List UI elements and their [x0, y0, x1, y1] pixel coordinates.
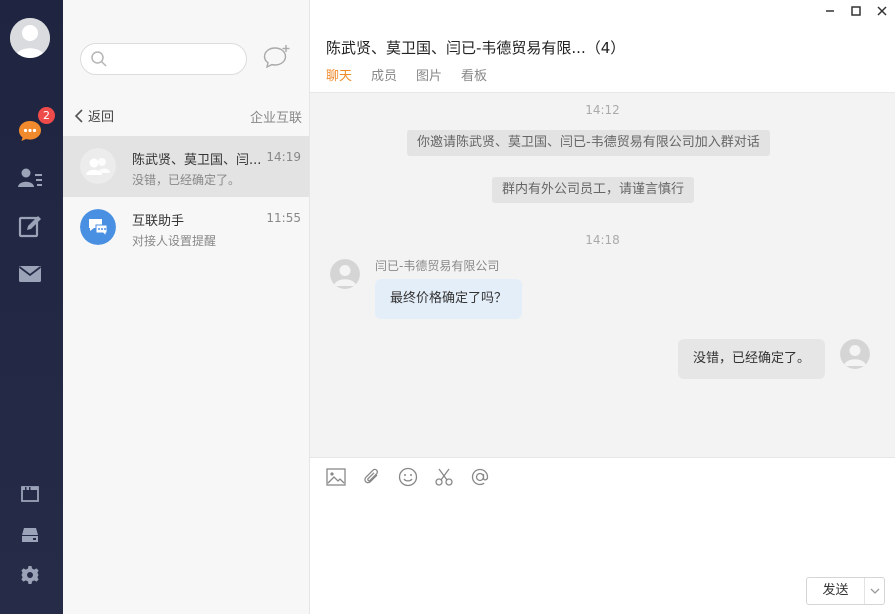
tab-board[interactable]: 看板 — [461, 65, 487, 94]
my-avatar[interactable] — [840, 339, 870, 369]
conversation-preview: 对接人设置提醒 — [132, 234, 217, 248]
send-options-button[interactable] — [865, 578, 884, 604]
search-input[interactable] — [111, 48, 236, 70]
chevron-left-icon — [74, 108, 83, 123]
conversation-time: 14:19 — [266, 150, 301, 164]
inbox-icon[interactable] — [17, 522, 43, 548]
send-button-group: 发送 — [806, 577, 885, 605]
composer-toolbar — [326, 467, 490, 487]
sender-avatar[interactable] — [330, 259, 360, 289]
edit-icon[interactable] — [17, 213, 43, 239]
composer[interactable]: 发送 — [310, 457, 895, 614]
left-rail: 2 — [0, 0, 63, 614]
search-box[interactable] — [80, 43, 247, 75]
conversation-item[interactable]: 陈武贤、莫卫国、闫... 14:19 没错，已经确定了。 — [63, 136, 309, 197]
mail-icon[interactable] — [17, 261, 43, 287]
new-chat-button[interactable] — [262, 42, 292, 72]
chat-tabs: 聊天 成员 图片 看板 — [326, 65, 506, 94]
incoming-message: 最终价格确定了吗？ — [375, 279, 523, 319]
assistant-avatar-icon — [80, 209, 116, 245]
send-button[interactable]: 发送 — [807, 578, 865, 604]
timestamp: 14:12 — [585, 103, 620, 117]
image-icon[interactable] — [326, 467, 346, 487]
app-window: 2 返回 企业互联 陈武贤、莫卫国、闫... 14:19 没错，已经确定了。 互… — [0, 0, 895, 614]
system-message: 你邀请陈武贤、莫卫国、闫已-韦德贸易有限公司加入群对话 — [407, 130, 770, 156]
minimize-button[interactable] — [817, 0, 843, 22]
system-message: 群内有外公司员工，请谨言慎行 — [492, 177, 695, 203]
unread-badge: 2 — [38, 107, 55, 124]
outgoing-message: 没错，已经确定了。 — [678, 339, 826, 379]
gear-icon[interactable] — [17, 562, 43, 588]
emoji-icon[interactable] — [398, 467, 418, 487]
chevron-down-icon — [870, 588, 879, 594]
window-controls — [817, 0, 895, 22]
conversation-preview: 没错，已经确定了。 — [132, 173, 241, 187]
new-chat-icon — [263, 45, 290, 69]
conversation-time: 11:55 — [266, 211, 301, 225]
conversation-name: 互联助手 — [132, 214, 185, 229]
search-icon — [91, 51, 107, 67]
tab-images[interactable]: 图片 — [416, 65, 442, 94]
chat-title: 陈武贤、莫卫国、闫已-韦德贸易有限...（4） — [326, 39, 626, 57]
group-avatar-icon — [80, 148, 116, 184]
back-label: 返回 — [88, 110, 115, 125]
attachment-icon[interactable] — [362, 467, 382, 487]
conversation-name: 陈武贤、莫卫国、闫... — [132, 153, 262, 168]
tab-members[interactable]: 成员 — [371, 65, 397, 94]
contacts-icon[interactable] — [17, 165, 43, 191]
scissors-icon[interactable] — [434, 467, 454, 487]
back-button[interactable]: 返回 — [74, 106, 114, 125]
conversation-item[interactable]: 互联助手 11:55 对接人设置提醒 — [63, 197, 309, 258]
window-icon[interactable] — [17, 481, 43, 507]
sender-name: 闫已-韦德贸易有限公司 — [375, 259, 500, 273]
chat-main: 陈武贤、莫卫国、闫已-韦德贸易有限...（4） 聊天 成员 图片 看板 14:1… — [310, 0, 895, 614]
chat-icon[interactable] — [17, 118, 43, 144]
mention-icon[interactable] — [470, 467, 490, 487]
conversation-panel: 返回 企业互联 陈武贤、莫卫国、闫... 14:19 没错，已经确定了。 互联助… — [63, 0, 310, 614]
close-button[interactable] — [869, 0, 895, 22]
message-area: 14:12 你邀请陈武贤、莫卫国、闫已-韦德贸易有限公司加入群对话 群内有外公司… — [310, 93, 895, 457]
user-avatar[interactable] — [10, 18, 50, 58]
timestamp: 14:18 — [585, 233, 620, 247]
tab-chat[interactable]: 聊天 — [326, 65, 353, 94]
enterprise-link[interactable]: 企业互联 — [250, 107, 302, 126]
maximize-button[interactable] — [843, 0, 869, 22]
